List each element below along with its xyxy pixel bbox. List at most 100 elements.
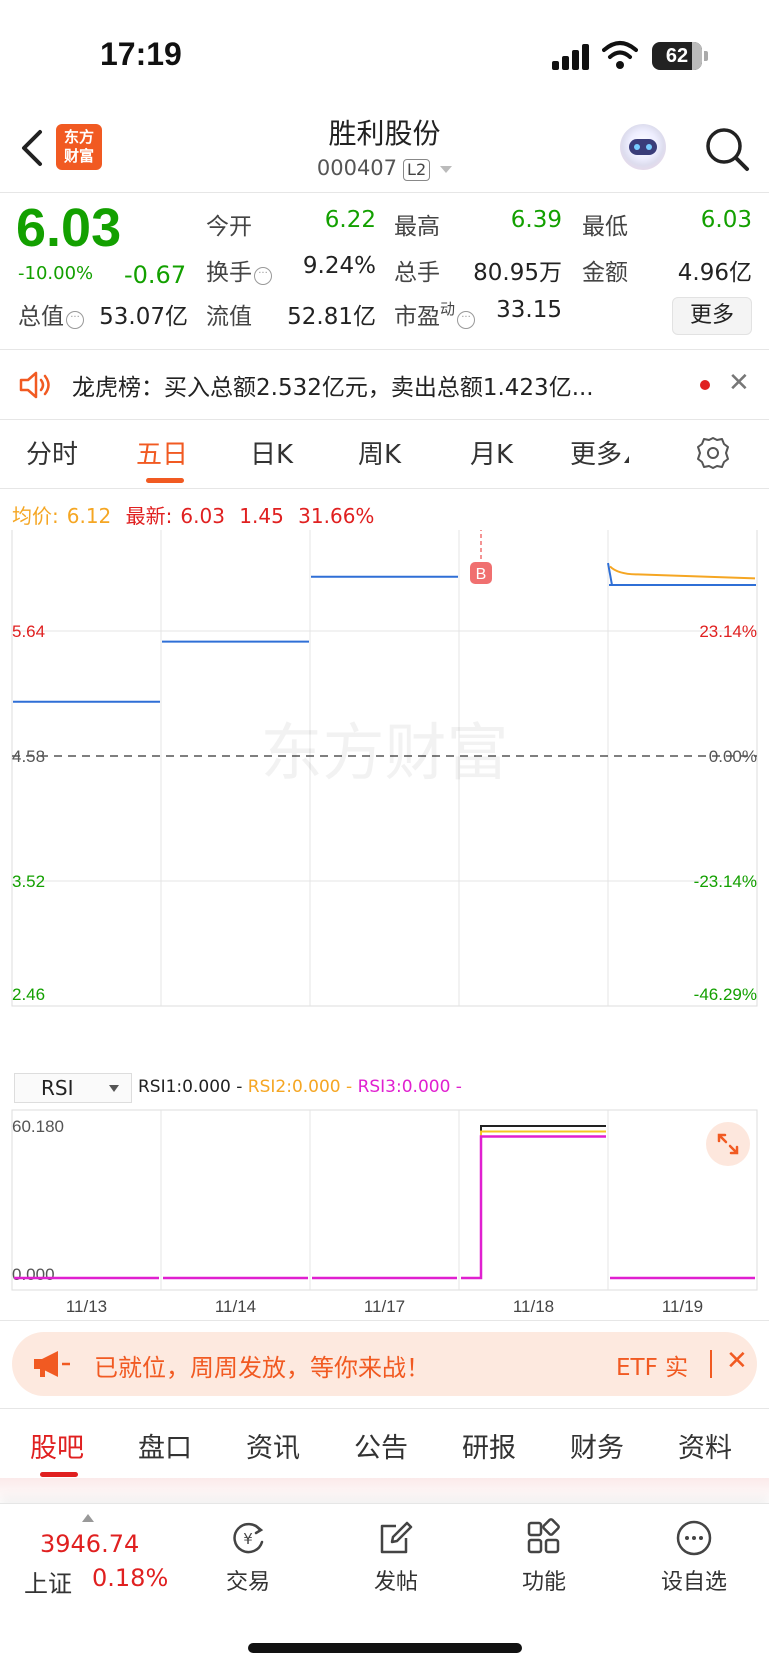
x-tick-label: 11/13 [66, 1297, 107, 1316]
amount-value: 4.96亿 [677, 260, 752, 286]
active-tab-indicator [40, 1472, 78, 1477]
mktcap-label[interactable]: 总值 ··· [18, 297, 84, 331]
rsi-indicator-bar: RSI RSI1:0.000 - RSI2:0.000 - RSI3:0.000… [14, 1073, 754, 1105]
trade-icon: ¥ [233, 1522, 264, 1554]
chart-legend: 均价: 6.12 最新: 6.03 1.45 31.66% [12, 500, 382, 529]
y-tick-label: 3.52 [12, 872, 45, 891]
tab-profile[interactable]: 资料 [678, 1426, 732, 1465]
rsi3-label: RSI3:0.000 [357, 1077, 451, 1097]
amount-label: 金额 [582, 260, 628, 286]
high-label: 最高 [394, 214, 440, 240]
rsi-line-2 [14, 1130, 755, 1279]
x-tick-label: 11/18 [513, 1297, 554, 1316]
post-button[interactable]: 发帖 [346, 1518, 446, 1596]
y-tick-label-percent: 0.00% [709, 747, 757, 766]
close-icon[interactable]: ✕ [726, 1346, 748, 1376]
info-icon: ··· [66, 311, 84, 329]
megaphone-icon [34, 1351, 70, 1377]
index-percent: 0.18% [92, 1564, 169, 1592]
change-percent: -10.00% [18, 263, 94, 284]
turnover-label[interactable]: 换手 ··· [206, 253, 272, 287]
indicator-select[interactable]: RSI [14, 1073, 132, 1103]
banner-text: 已就位，周周发放，等你来战！ [94, 1354, 430, 1382]
rsi-tick-min: 0.000 [12, 1265, 55, 1284]
tab-order-book[interactable]: 盘口 [138, 1426, 192, 1465]
edit-icon [380, 1521, 413, 1554]
tab-announcements[interactable]: 公告 [354, 1426, 408, 1465]
y-tick-label: 5.64 [12, 622, 45, 641]
nav-bar: 东方 财富 胜利股份 000407 L2 [0, 110, 769, 192]
grid-icon [527, 1518, 560, 1554]
volume-value: 80.95万 [473, 260, 562, 286]
stock-code: 000407 [316, 156, 398, 180]
tab-intraday[interactable]: 分时 [26, 434, 78, 471]
rsi-tick-max: 60.180 [12, 1117, 64, 1136]
tab-financials[interactable]: 财务 [570, 1426, 624, 1465]
trade-button[interactable]: ¥ 交易 [198, 1518, 298, 1596]
bottom-bar: 3946.74 上证 0.18% ¥ 交易 发帖 功能 设自选 [0, 1503, 769, 1665]
tab-five-day[interactable]: 五日 [136, 434, 188, 471]
notice-text: 龙虎榜：买入总额2.532亿元，卖出总额1.423亿... [72, 375, 594, 401]
tab-news[interactable]: 资讯 [246, 1426, 300, 1465]
float-value: 52.81亿 [287, 304, 376, 330]
content-tabs: 股吧 盘口 资讯 公告 研报 财务 资料 [0, 1410, 769, 1480]
info-icon: ··· [254, 267, 272, 285]
buy-marker-label: B [476, 566, 487, 583]
tab-more[interactable]: 更多 [570, 434, 630, 471]
y-tick-label-percent: -23.14% [694, 872, 757, 891]
wifi-icon [602, 41, 638, 69]
gear-icon[interactable] [696, 436, 730, 470]
notice-bar[interactable]: 龙虎榜：买入总额2.532亿元，卖出总额1.423亿... ✕ [0, 350, 769, 418]
tab-stock-forum[interactable]: 股吧 [30, 1426, 84, 1465]
x-tick-label: 11/14 [215, 1297, 256, 1316]
rsi-line-3 [14, 1135, 755, 1280]
quote-panel: 6.03 -10.00% -0.67 今开 6.22 最高 6.39 最低 6.… [0, 193, 769, 349]
svg-text:¥: ¥ [243, 1530, 253, 1548]
price-line-open [607, 562, 613, 586]
promo-banner[interactable]: 已就位，周周发放，等你来战！ ETF 实 ✕ [12, 1332, 757, 1396]
tab-weekly-k[interactable]: 周K [358, 434, 401, 471]
chevron-down-icon [109, 1085, 119, 1092]
y-tick-label: 4.58 [12, 747, 45, 766]
index-name: 上证 [24, 1570, 72, 1598]
tab-daily-k[interactable]: 日K [250, 434, 293, 471]
info-icon: ··· [457, 311, 476, 329]
y-tick-label: 2.46 [12, 985, 45, 1004]
tab-monthly-k[interactable]: 月K [470, 434, 513, 471]
mktcap-value: 53.07亿 [99, 304, 188, 330]
low-value: 6.03 [700, 207, 752, 233]
volume-label: 总手 [394, 260, 440, 286]
pe-label[interactable]: 市盈动 ··· [394, 297, 476, 331]
close-icon[interactable]: ✕ [728, 368, 750, 398]
content-peek [0, 1478, 769, 1504]
x-tick-label: 11/17 [364, 1297, 405, 1316]
search-icon[interactable] [704, 126, 750, 172]
add-watchlist-button[interactable]: 设自选 [644, 1518, 744, 1596]
tab-research[interactable]: 研报 [462, 1426, 516, 1465]
watermark: 东方财富 [260, 719, 508, 788]
banner-right-text: ETF 实 [616, 1355, 689, 1381]
home-indicator [248, 1643, 522, 1653]
ai-assistant-icon[interactable] [620, 124, 666, 170]
latest-percent: 31.66% [298, 504, 375, 528]
rsi2-label: RSI2:0.000 [247, 1077, 341, 1097]
open-label: 今开 [206, 214, 252, 240]
open-value: 6.22 [324, 207, 376, 233]
low-label: 最低 [582, 214, 628, 240]
high-value: 6.39 [510, 207, 562, 233]
turnover-value: 9.24% [302, 253, 376, 279]
battery-icon: 62 [652, 42, 702, 70]
battery-level: 62 [665, 45, 689, 67]
y-tick-label-percent: -46.29% [694, 985, 757, 1004]
speaker-icon [19, 371, 50, 399]
status-bar: 17:19 62 [0, 0, 769, 110]
five-day-chart[interactable]: 6.7046.29%5.6423.14%4.580.00%3.52-23.14%… [0, 530, 769, 1330]
chevron-down-icon [440, 165, 453, 173]
up-arrow-icon [82, 1514, 94, 1522]
functions-button[interactable]: 功能 [494, 1518, 594, 1596]
chart-tabs: 分时 五日 日K 周K 月K 更多 [0, 420, 769, 488]
status-time: 17:19 [100, 36, 182, 72]
more-button[interactable]: 更多 [672, 297, 752, 335]
expand-icon[interactable] [706, 1122, 750, 1166]
dropdown-icon [624, 456, 630, 463]
